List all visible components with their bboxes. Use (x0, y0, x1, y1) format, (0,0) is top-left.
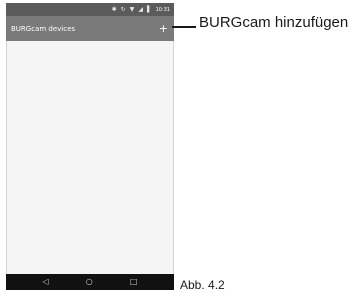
sync-icon: ↻ (120, 5, 126, 13)
recents-icon[interactable]: □ (130, 278, 138, 286)
device-list (6, 41, 174, 274)
phone-screen: ✱ ↻ ▼ ◢ ▌ 10:31 BURGcam devices + ◁ ○ □ (6, 3, 174, 290)
status-bar: ✱ ↻ ▼ ◢ ▌ 10:31 (6, 3, 174, 16)
figure-page: ✱ ↻ ▼ ◢ ▌ 10:31 BURGcam devices + ◁ ○ □ … (0, 0, 358, 293)
figure-caption: Abb. 4.2 (180, 278, 225, 292)
callout-line (172, 26, 196, 28)
back-icon[interactable]: ◁ (43, 278, 49, 286)
navigation-bar: ◁ ○ □ (6, 274, 174, 290)
callout-label: BURGcam hinzufügen (199, 14, 349, 31)
wifi-icon: ▼ (129, 5, 135, 13)
app-title: BURGcam devices (11, 24, 76, 33)
bluetooth-icon: ✱ (111, 5, 117, 13)
signal-icon: ◢ (138, 5, 143, 13)
app-bar: BURGcam devices + (6, 16, 174, 41)
home-icon[interactable]: ○ (86, 278, 93, 286)
battery-icon: ▌ (146, 5, 152, 13)
add-device-button[interactable]: + (159, 23, 168, 34)
status-time: 10:31 (155, 6, 170, 13)
